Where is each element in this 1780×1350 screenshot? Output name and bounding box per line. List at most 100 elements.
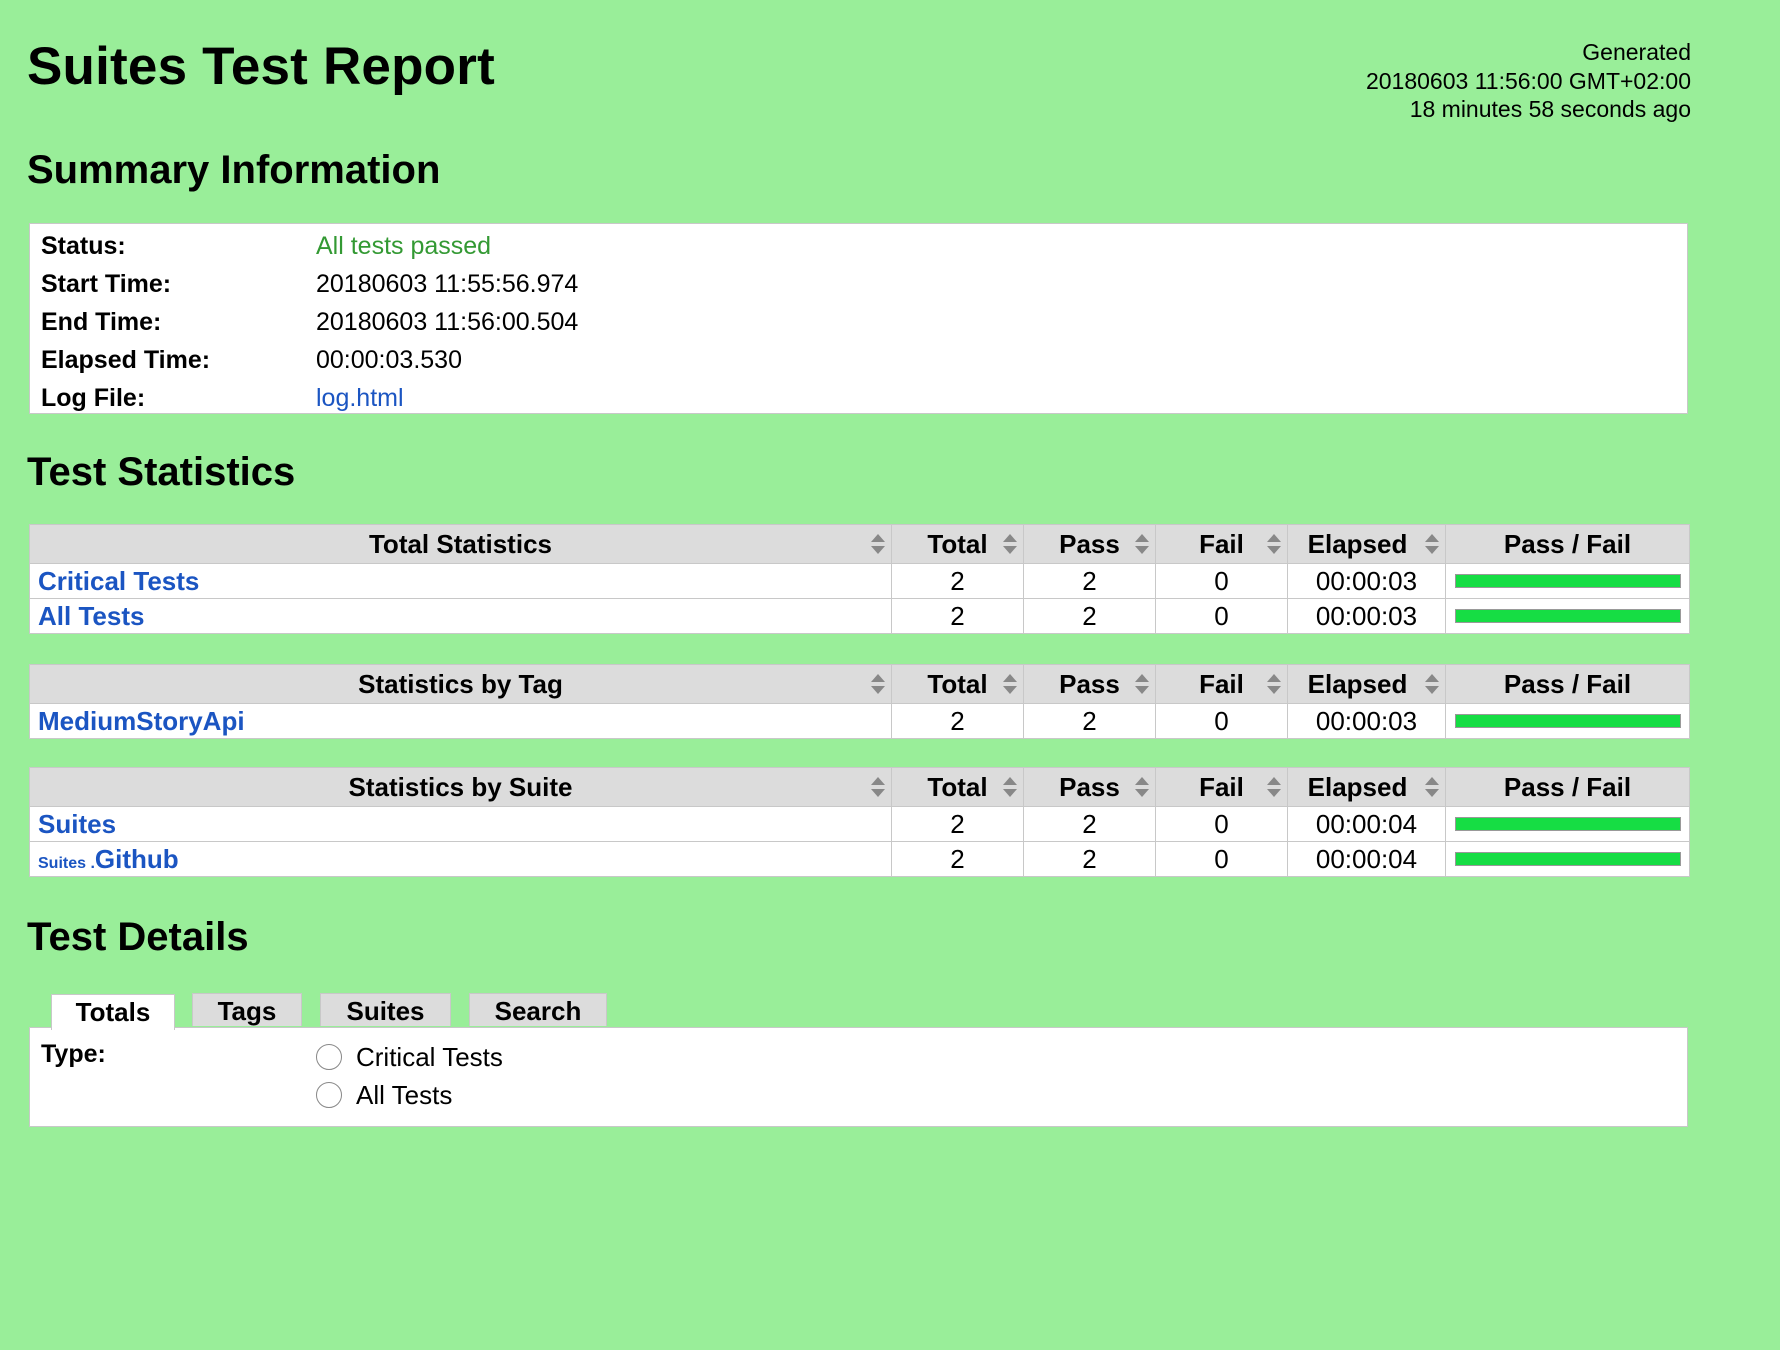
log-file-label: Log File: (41, 384, 146, 412)
pass-fail-bar (1454, 714, 1681, 728)
table-header-row: Statistics by Suite Total Pass Fail Elap… (29, 767, 1690, 807)
fail-cell: 0 (1155, 703, 1288, 739)
total-cell: 2 (891, 841, 1024, 877)
table-row: All Tests 2 2 0 00:00:03 (29, 598, 1690, 634)
suite-statistics-table: Statistics by Suite Total Pass Fail Elap… (29, 767, 1690, 877)
stat-name-cell: MediumStoryApi (29, 703, 892, 739)
sort-icon (871, 533, 885, 555)
sort-icon (1135, 533, 1149, 555)
pass-fail-column-header: Pass / Fail (1445, 664, 1690, 704)
sort-icon (871, 776, 885, 798)
total-statistics-header[interactable]: Total Statistics (29, 524, 892, 564)
elapsed-cell: 00:00:04 (1287, 841, 1446, 877)
tab-tags[interactable]: Tags (192, 993, 302, 1026)
suite-name: Github (94, 843, 179, 874)
statistics-heading: Test Statistics (27, 450, 296, 494)
stat-name-cell: All Tests (29, 598, 892, 634)
start-time-label: Start Time: (41, 270, 172, 298)
elapsed-cell: 00:00:03 (1287, 703, 1446, 739)
details-heading: Test Details (27, 915, 249, 959)
elapsed-time-value: 00:00:03.530 (316, 346, 462, 374)
pass-fail-column-header: Pass / Fail (1445, 767, 1690, 807)
type-label: Type: (41, 1040, 106, 1068)
summary-row-start-time: Start Time: 20180603 11:55:56.974 (30, 265, 1687, 303)
elapsed-column-header[interactable]: Elapsed (1287, 524, 1446, 564)
elapsed-time-label: Elapsed Time: (41, 346, 211, 374)
pass-column-header[interactable]: Pass (1023, 524, 1156, 564)
sort-icon (1135, 776, 1149, 798)
pass-fail-cell (1445, 563, 1690, 599)
fail-column-header[interactable]: Fail (1155, 767, 1288, 807)
summary-row-end-time: End Time: 20180603 11:56:00.504 (30, 303, 1687, 341)
stat-name-cell: Suites (29, 806, 892, 842)
total-cell: 2 (891, 598, 1024, 634)
log-file-link[interactable]: log.html (316, 384, 404, 413)
sort-icon (1425, 533, 1439, 555)
table-row: Critical Tests 2 2 0 00:00:03 (29, 563, 1690, 599)
summary-heading: Summary Information (27, 148, 441, 192)
suite-link-github[interactable]: Suites .Github (38, 844, 179, 874)
start-time-value: 20180603 11:55:56.974 (316, 270, 579, 298)
parent-suite-name: Suites . (38, 854, 95, 872)
total-column-header[interactable]: Total (891, 767, 1024, 807)
fail-cell: 0 (1155, 563, 1288, 599)
report-title: Suites Test Report (27, 37, 495, 96)
pass-fail-cell (1445, 598, 1690, 634)
all-tests-radio[interactable] (316, 1082, 342, 1108)
critical-tests-link[interactable]: Critical Tests (38, 566, 199, 596)
sort-icon (1003, 776, 1017, 798)
tab-search[interactable]: Search (469, 993, 607, 1026)
pass-cell: 2 (1023, 841, 1156, 877)
sort-icon (871, 673, 885, 695)
table-row: Suites 2 2 0 00:00:04 (29, 806, 1690, 842)
generated-info: Generated 20180603 11:56:00 GMT+02:00 18… (1366, 38, 1691, 124)
total-statistics-table: Total Statistics Total Pass Fail Elapsed… (29, 524, 1690, 634)
summary-row-elapsed-time: Elapsed Time: 00:00:03.530 (30, 341, 1687, 379)
pass-fail-bar (1454, 852, 1681, 866)
elapsed-cell: 00:00:03 (1287, 563, 1446, 599)
total-column-header[interactable]: Total (891, 524, 1024, 564)
pass-cell: 2 (1023, 806, 1156, 842)
details-panel: Type: Critical Tests All Tests (29, 1027, 1688, 1127)
status-label: Status: (41, 232, 126, 260)
pass-cell: 2 (1023, 703, 1156, 739)
sort-icon (1003, 673, 1017, 695)
generated-ago: 18 minutes 58 seconds ago (1409, 96, 1691, 122)
pass-fail-cell (1445, 703, 1690, 739)
fail-column-header[interactable]: Fail (1155, 524, 1288, 564)
sort-icon (1135, 673, 1149, 695)
summary-row-status: Status: All tests passed (30, 227, 1687, 265)
pass-fail-cell (1445, 806, 1690, 842)
generated-label: Generated (1582, 39, 1691, 65)
all-tests-link[interactable]: All Tests (38, 601, 144, 631)
total-cell: 2 (891, 703, 1024, 739)
pass-fail-bar (1454, 574, 1681, 588)
sort-icon (1267, 673, 1281, 695)
elapsed-column-header[interactable]: Elapsed (1287, 767, 1446, 807)
table-header-row: Total Statistics Total Pass Fail Elapsed… (29, 524, 1690, 564)
total-cell: 2 (891, 563, 1024, 599)
tab-totals[interactable]: Totals (51, 994, 175, 1030)
fail-column-header[interactable]: Fail (1155, 664, 1288, 704)
tab-suites[interactable]: Suites (320, 993, 451, 1026)
pass-cell: 2 (1023, 598, 1156, 634)
stat-name-cell: Suites .Github (29, 841, 892, 877)
tag-statistics-header[interactable]: Statistics by Tag (29, 664, 892, 704)
sort-icon (1425, 673, 1439, 695)
critical-tests-radio[interactable] (316, 1044, 342, 1070)
tag-link[interactable]: MediumStoryApi (38, 706, 245, 736)
total-column-header[interactable]: Total (891, 664, 1024, 704)
fail-cell: 0 (1155, 806, 1288, 842)
pass-fail-cell (1445, 841, 1690, 877)
elapsed-column-header[interactable]: Elapsed (1287, 664, 1446, 704)
summary-row-log-file: Log File: log.html (30, 379, 1687, 417)
pass-fail-bar (1454, 817, 1681, 831)
elapsed-cell: 00:00:04 (1287, 806, 1446, 842)
suite-link-suites[interactable]: Suites (38, 809, 116, 839)
suite-statistics-header[interactable]: Statistics by Suite (29, 767, 892, 807)
pass-fail-column-header: Pass / Fail (1445, 524, 1690, 564)
pass-column-header[interactable]: Pass (1023, 767, 1156, 807)
all-tests-option-label: All Tests (356, 1080, 453, 1110)
pass-column-header[interactable]: Pass (1023, 664, 1156, 704)
fail-cell: 0 (1155, 598, 1288, 634)
